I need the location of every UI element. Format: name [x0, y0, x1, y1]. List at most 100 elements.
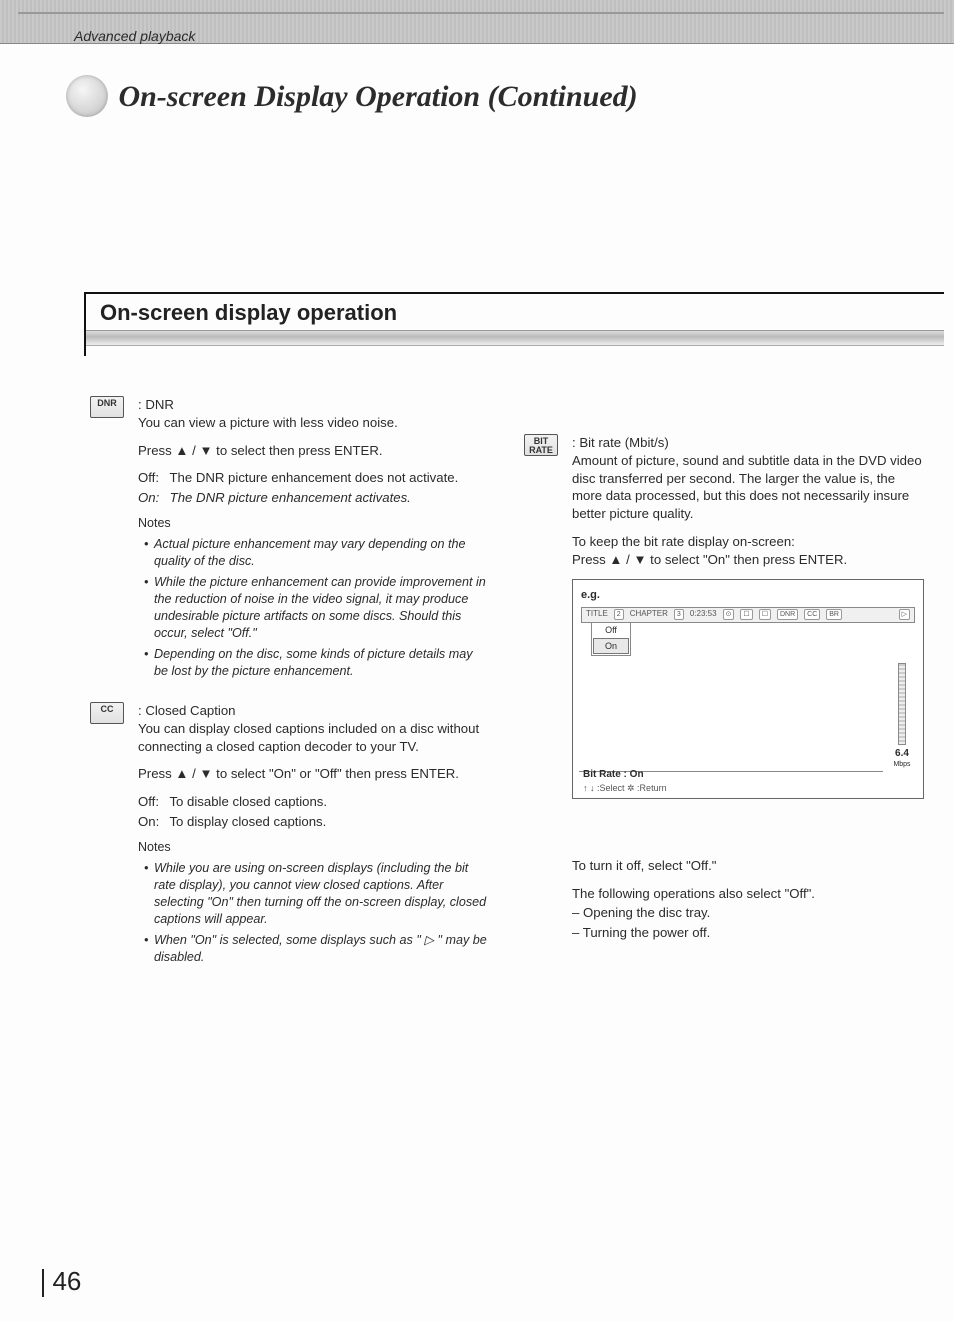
- cc-instr-mid: /: [188, 766, 199, 781]
- page-number-rule: [42, 1269, 44, 1297]
- cc-on-line: On: To display closed captions.: [138, 813, 490, 831]
- cc-instr-pre: Press: [138, 766, 175, 781]
- osd-time: 0:23:53: [690, 609, 717, 620]
- bitrate-also-item: – Turning the power off.: [572, 924, 924, 942]
- list-item: When "On" is selected, some displays suc…: [144, 932, 490, 966]
- osd-glyph-icon: ☐: [759, 609, 771, 620]
- section-left-rule: [84, 292, 86, 356]
- dnr-on-line: On: The DNR picture enhancement activate…: [138, 489, 490, 507]
- bitrate-item: BIT RATE Bit rate (Mbit/s) Amount of pic…: [524, 434, 924, 944]
- page-title: On-screen Display Operation (Continued): [118, 80, 637, 113]
- cc-off-line: Off: To disable closed captions.: [138, 793, 490, 811]
- list-item: Actual picture enhancement may vary depe…: [144, 536, 490, 570]
- osd-top-bar: TITLE 2 CHAPTER 3 0:23:53 ⊙ ☐ ☐ DNR CC B…: [581, 607, 915, 623]
- right-column: BIT RATE Bit rate (Mbit/s) Amount of pic…: [524, 396, 924, 988]
- osd-chapter-label: CHAPTER: [630, 609, 668, 620]
- dnr-body: DNR You can view a picture with less vid…: [138, 396, 490, 684]
- bitrate-icon: BIT RATE: [524, 434, 558, 456]
- bitrate-turnoff: To turn it off, select "Off.": [572, 857, 924, 875]
- osd-meter-icon: [898, 663, 906, 745]
- down-arrow-icon: [199, 443, 212, 458]
- osd-rate-readout: 6.4 Mbps: [889, 663, 915, 770]
- cc-off-text: To disable closed captions.: [169, 794, 327, 809]
- cc-intro: You can display closed captions included…: [138, 721, 479, 754]
- dnr-heading: DNR: [138, 397, 174, 412]
- osd-glyph-icon: ⊙: [723, 609, 735, 620]
- dnr-instr-mid: /: [188, 443, 199, 458]
- cc-heading: Closed Caption: [138, 703, 236, 718]
- header-rule: [18, 12, 944, 14]
- bitrate-icon-line2: RATE: [525, 446, 557, 455]
- bitrate-heading: Bit rate (Mbit/s): [572, 435, 669, 450]
- header-bar: Advanced playback: [0, 0, 954, 44]
- dnr-on-label: On:: [138, 489, 166, 507]
- osd-glyph-icon: DNR: [777, 609, 798, 620]
- osd-arrow-icon: ▷: [899, 609, 910, 620]
- page-title-wrap: On-screen Display Operation (Continued): [66, 80, 638, 123]
- osd-menu: Off On: [591, 622, 631, 656]
- osd-rate-unit: Mbps: [889, 760, 915, 769]
- section-heading-box: On-screen display operation: [84, 292, 944, 346]
- osd-help-text: ↑ ↓ :Select ✲ :Return: [583, 782, 667, 794]
- bitrate-also-off: The following operations also select "Of…: [572, 885, 924, 903]
- up-arrow-icon: [609, 552, 622, 567]
- title-ornament-icon: [66, 75, 108, 117]
- list-item: While the picture enhancement can provid…: [144, 574, 490, 642]
- left-column: DNR DNR You can view a picture with less…: [90, 396, 490, 988]
- up-arrow-icon: [175, 443, 188, 458]
- dnr-instruction: Press / to select then press ENTER.: [138, 442, 490, 460]
- osd-glyph-icon: BR: [826, 609, 842, 620]
- osd-title-num: 2: [614, 609, 624, 620]
- page-number: 46: [52, 1266, 81, 1296]
- down-arrow-icon: [633, 552, 646, 567]
- osd-chapter-num: 3: [674, 609, 684, 620]
- cc-instruction: Press / to select "On" or "Off" then pre…: [138, 765, 490, 783]
- down-arrow-icon: [199, 766, 212, 781]
- cc-lead: Closed Caption You can display closed ca…: [138, 702, 490, 755]
- cc-instr-post: to select "On" or "Off" then press ENTER…: [213, 766, 459, 781]
- dnr-notes-list: Actual picture enhancement may vary depe…: [138, 536, 490, 680]
- bitrate-also-item: – Opening the disc tray.: [572, 904, 924, 922]
- bitrate-instr-pre: Press: [572, 552, 609, 567]
- osd-eg-label: e.g.: [581, 588, 915, 603]
- dnr-on-text: The DNR picture enhancement activates.: [170, 490, 411, 505]
- osd-glyph-icon: CC: [804, 609, 820, 620]
- cc-on-label: On:: [138, 813, 166, 831]
- page-number-wrap: 46: [42, 1266, 81, 1297]
- section-heading: On-screen display operation: [84, 294, 944, 330]
- bitrate-intro: Amount of picture, sound and subtitle da…: [572, 453, 922, 521]
- content-columns: DNR DNR You can view a picture with less…: [90, 396, 924, 988]
- section-gradient-rule: [84, 330, 944, 346]
- up-arrow-icon: [175, 766, 188, 781]
- cc-notes-label: Notes: [138, 839, 490, 856]
- dnr-off-label: Off:: [138, 469, 166, 487]
- dnr-item: DNR DNR You can view a picture with less…: [90, 396, 490, 684]
- cc-on-text: To display closed captions.: [169, 814, 326, 829]
- bitrate-instr-post: to select "On" then press ENTER.: [647, 552, 848, 567]
- list-item: While you are using on-screen displays (…: [144, 860, 490, 928]
- header-section-label: Advanced playback: [74, 28, 195, 44]
- osd-glyph-icon: ☐: [740, 609, 752, 620]
- list-item: Depending on the disc, some kinds of pic…: [144, 646, 490, 680]
- osd-title-label: TITLE: [586, 609, 608, 620]
- bitrate-lead: Bit rate (Mbit/s) Amount of picture, sou…: [572, 434, 924, 523]
- osd-menu-on: On: [593, 638, 629, 654]
- bitrate-instr-mid: /: [622, 552, 633, 567]
- osd-diagram: e.g. TITLE 2 CHAPTER 3 0:23:53 ⊙ ☐ ☐ DNR…: [572, 579, 924, 799]
- dnr-instr-pre: Press: [138, 443, 175, 458]
- bitrate-body: Bit rate (Mbit/s) Amount of picture, sou…: [572, 434, 924, 944]
- cc-icon: CC: [90, 702, 124, 724]
- dnr-intro: You can view a picture with less video n…: [138, 415, 398, 430]
- osd-menu-off: Off: [592, 623, 630, 637]
- cc-off-label: Off:: [138, 793, 166, 811]
- cc-body: Closed Caption You can display closed ca…: [138, 702, 490, 970]
- bitrate-keep-line: To keep the bit rate display on-screen:: [572, 534, 795, 549]
- dnr-icon: DNR: [90, 396, 124, 418]
- dnr-off-text: The DNR picture enhancement does not act…: [169, 470, 458, 485]
- dnr-lead: DNR You can view a picture with less vid…: [138, 396, 490, 432]
- bitrate-keep: To keep the bit rate display on-screen: …: [572, 533, 924, 569]
- cc-notes-list: While you are using on-screen displays (…: [138, 860, 490, 966]
- dnr-instr-post: to select then press ENTER.: [213, 443, 383, 458]
- dnr-off-line: Off: The DNR picture enhancement does no…: [138, 469, 490, 487]
- dnr-notes-label: Notes: [138, 515, 490, 532]
